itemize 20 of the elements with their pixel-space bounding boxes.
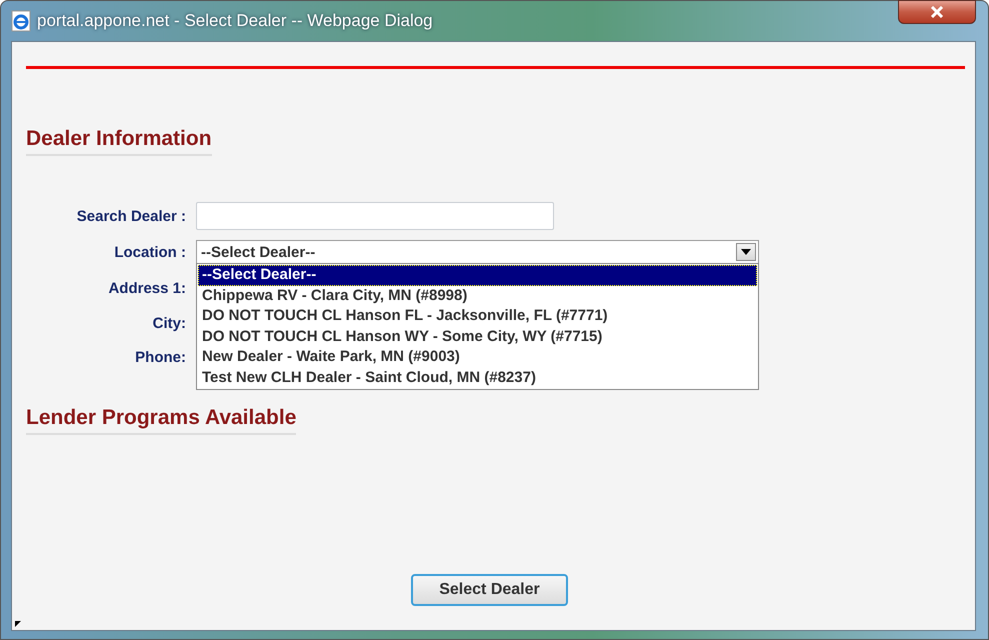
- field-label: Address 1:: [107, 280, 186, 296]
- dropdown-value: --Select Dealer--: [201, 244, 316, 260]
- close-icon: [930, 6, 944, 18]
- dropdown-option[interactable]: Chippewa RV - Clara City, MN (#8998): [198, 286, 757, 306]
- dropdown-arrow-button[interactable]: [736, 243, 756, 261]
- browser-icon: [11, 10, 31, 32]
- field-label: Phone:: [134, 348, 186, 366]
- field-label: City:: [152, 314, 186, 332]
- section-heading: Lender Programs Available: [26, 406, 296, 435]
- close-button[interactable]: [898, 0, 976, 24]
- field-label: Search Dealer :: [76, 208, 186, 224]
- select-dealer-button[interactable]: Select Dealer: [411, 574, 568, 606]
- resize-grip-icon: [15, 621, 21, 627]
- dropdown-option[interactable]: --Select Dealer--: [198, 265, 757, 286]
- field-label: Location :: [113, 244, 186, 260]
- caret-icon: [741, 249, 751, 255]
- search-field[interactable]: [196, 202, 554, 230]
- window-title: portal.appone.net - Select Dealer -- Webpage Dialog: [37, 11, 433, 31]
- section-heading: Dealer Information: [26, 127, 212, 156]
- location-dropdown[interactable]: --Select Dealer--: [196, 240, 759, 264]
